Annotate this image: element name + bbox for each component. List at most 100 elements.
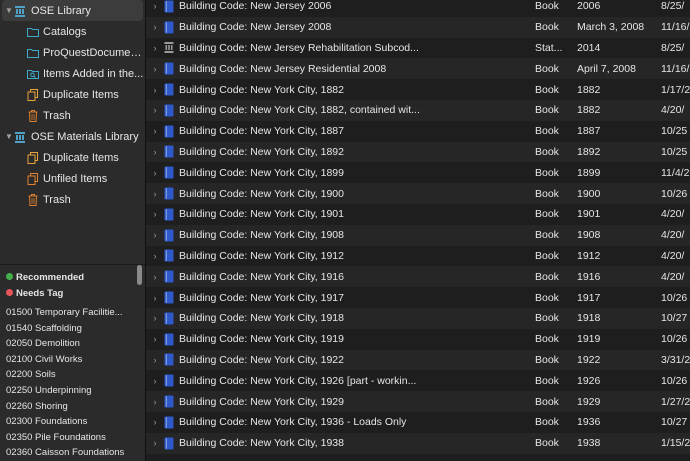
red-dot-icon (6, 289, 13, 296)
sidebar-item-ose-materials-library[interactable]: ▼ OSE Materials Library (0, 126, 145, 147)
chevron-right-icon[interactable]: › (146, 22, 164, 32)
tag-item[interactable]: 01540 Scaffolding (0, 321, 145, 337)
chevron-right-icon[interactable]: › (146, 417, 164, 427)
sidebar-item-label: ProQuestDocumen... (43, 46, 145, 59)
item-date-added: 8/25/ (661, 0, 685, 13)
tag-item[interactable]: 02350 Pile Foundations (0, 430, 145, 446)
tag-item[interactable]: 02100 Civil Works (0, 352, 145, 368)
item-date: 1887 (577, 125, 601, 138)
chevron-right-icon[interactable]: › (146, 355, 164, 365)
chevron-right-icon[interactable]: › (146, 189, 164, 199)
tag-recommended[interactable]: Recommended (0, 270, 145, 286)
table-row[interactable]: › Building Code: New York City, 1900 Book 1… (146, 183, 690, 204)
chevron-right-icon[interactable]: › (146, 85, 164, 95)
sidebar-item-duplicate-items[interactable]: Duplicate Items (0, 84, 145, 105)
chevron-right-icon[interactable]: › (146, 209, 164, 219)
chevron-down-icon[interactable]: ▼ (4, 132, 14, 141)
table-row[interactable]: › Building Code: New York City, 1918 Book 1… (146, 307, 690, 329)
table-row[interactable]: › Building Code: New York City, 1882, con… (146, 99, 690, 121)
chevron-right-icon[interactable]: › (146, 64, 164, 74)
table-row[interactable]: › Building Code: New York City, 1917 Book 1… (146, 287, 690, 308)
table-row[interactable]: › Building Code: New Jersey 2006 Book 2006 8… (146, 0, 690, 17)
tag-item[interactable]: 02360 Caisson Foundations (0, 445, 145, 461)
table-row[interactable]: › Building Code: New Jersey Rehabilitatio… (146, 38, 690, 59)
chevron-right-icon[interactable]: › (146, 230, 164, 240)
chevron-right-icon[interactable]: › (146, 438, 164, 448)
sidebar-item-duplicate-items[interactable]: Duplicate Items (0, 147, 145, 168)
chevron-right-icon[interactable]: › (146, 272, 164, 282)
tag-needs-tag[interactable]: Needs Tag (0, 286, 145, 302)
sidebar-item-label: Duplicate Items (43, 151, 119, 164)
chevron-right-icon[interactable]: › (146, 334, 164, 344)
item-type: Book (535, 62, 559, 75)
saved-search-icon (27, 69, 39, 79)
tag-item[interactable]: 01500 Temporary Facilitie... (0, 305, 145, 321)
chevron-right-icon[interactable]: › (146, 1, 164, 11)
book-icon (164, 145, 174, 158)
table-row[interactable]: › Building Code: New York City, 1926 [par… (146, 370, 690, 391)
tag-item[interactable]: 02200 Soils (0, 367, 145, 383)
table-row[interactable]: › Building Code: New York City, 1922 Book 1… (146, 349, 690, 371)
item-title: Building Code: New York City, 1899 (179, 166, 344, 179)
table-row[interactable]: › Building Code: New York City, 1919 Book 1… (146, 329, 690, 350)
app-window: ▼ OSE Library Catalogs ProQuestDocumen..… (0, 0, 690, 461)
tag-item[interactable]: 02250 Underpinning (0, 383, 145, 399)
tag-selector-splitter[interactable] (0, 264, 145, 265)
unfiled-items-icon (27, 172, 38, 185)
table-row[interactable]: › Building Code: New York City, 1887 Book 1… (146, 121, 690, 142)
library-icon (15, 131, 25, 143)
item-date-added: 1/15/2 (661, 437, 690, 450)
item-date: 1912 (577, 249, 601, 262)
item-date: 1922 (577, 353, 601, 366)
book-icon (164, 0, 174, 13)
chevron-right-icon[interactable]: › (146, 147, 164, 157)
item-date-added: 10/27 (661, 416, 688, 429)
sidebar-item-trash[interactable]: Trash (0, 105, 145, 126)
sidebar-item-proquest[interactable]: ProQuestDocumen... (0, 42, 145, 63)
chevron-right-icon[interactable]: › (146, 313, 164, 323)
sidebar-item-label: Duplicate Items (43, 88, 119, 101)
table-row[interactable]: › Building Code: New York City, 1908 Book 1… (146, 224, 690, 246)
item-title: Building Code: New York City, 1922 (179, 353, 344, 366)
sidebar-item-items-added[interactable]: Items Added in the... (0, 63, 145, 84)
sidebar-item-trash[interactable]: Trash (0, 189, 145, 210)
table-row[interactable]: › Building Code: New York City, 1901 Book 1… (146, 204, 690, 225)
table-row[interactable]: › Building Code: New York City, 1899 Book 1… (146, 162, 690, 183)
chevron-down-icon[interactable]: ▼ (4, 6, 14, 15)
green-dot-icon (6, 273, 13, 280)
table-row[interactable]: › Building Code: New York City, 1892 Book 1… (146, 141, 690, 163)
chevron-right-icon[interactable]: › (146, 376, 164, 386)
item-title: Building Code: New York City, 1892 (179, 145, 344, 158)
sidebar-item-ose-library[interactable]: ▼ OSE Library (2, 0, 143, 21)
item-type: Book (535, 229, 559, 242)
sidebar-item-label: OSE Materials Library (31, 130, 139, 143)
item-date: 1901 (577, 208, 601, 221)
book-icon (164, 83, 174, 96)
sidebar-item-unfiled-items[interactable]: Unfiled Items (0, 168, 145, 189)
table-row[interactable]: › Building Code: New Jersey Residential 2… (146, 58, 690, 80)
library-icon (15, 5, 25, 17)
tag-item[interactable]: 02050 Demolition (0, 336, 145, 352)
book-icon (164, 291, 174, 304)
sidebar-item-catalogs[interactable]: Catalogs (0, 21, 145, 42)
chevron-right-icon[interactable]: › (146, 168, 164, 178)
chevron-right-icon[interactable]: › (146, 126, 164, 136)
table-row[interactable]: › Building Code: New York City, 1912 Book 1… (146, 246, 690, 267)
chevron-right-icon[interactable]: › (146, 397, 164, 407)
chevron-right-icon[interactable]: › (146, 251, 164, 261)
book-icon (164, 21, 174, 34)
table-row[interactable]: › Building Code: New York City, 1916 Book 1… (146, 266, 690, 288)
table-row[interactable]: › Building Code: New York City, 1882 Book 1… (146, 79, 690, 100)
table-row[interactable]: › Building Code: New York City, 1929 Book 1… (146, 391, 690, 412)
table-row[interactable]: › Building Code: New Jersey 2008 Book March… (146, 16, 690, 38)
sidebar-item-label: Unfiled Items (43, 172, 108, 185)
chevron-right-icon[interactable]: › (146, 293, 164, 303)
sidebar-item-label: Items Added in the... (43, 67, 144, 80)
tag-item[interactable]: 02300 Foundations (0, 414, 145, 430)
table-row[interactable]: › Building Code: New York City, 1938 Book 1… (146, 432, 690, 454)
chevron-right-icon[interactable]: › (146, 105, 164, 115)
item-date: 1919 (577, 333, 601, 346)
chevron-right-icon[interactable]: › (146, 43, 164, 53)
tag-item[interactable]: 02260 Shoring (0, 399, 145, 415)
table-row[interactable]: › Building Code: New York City, 1936 - Lo… (146, 412, 690, 433)
